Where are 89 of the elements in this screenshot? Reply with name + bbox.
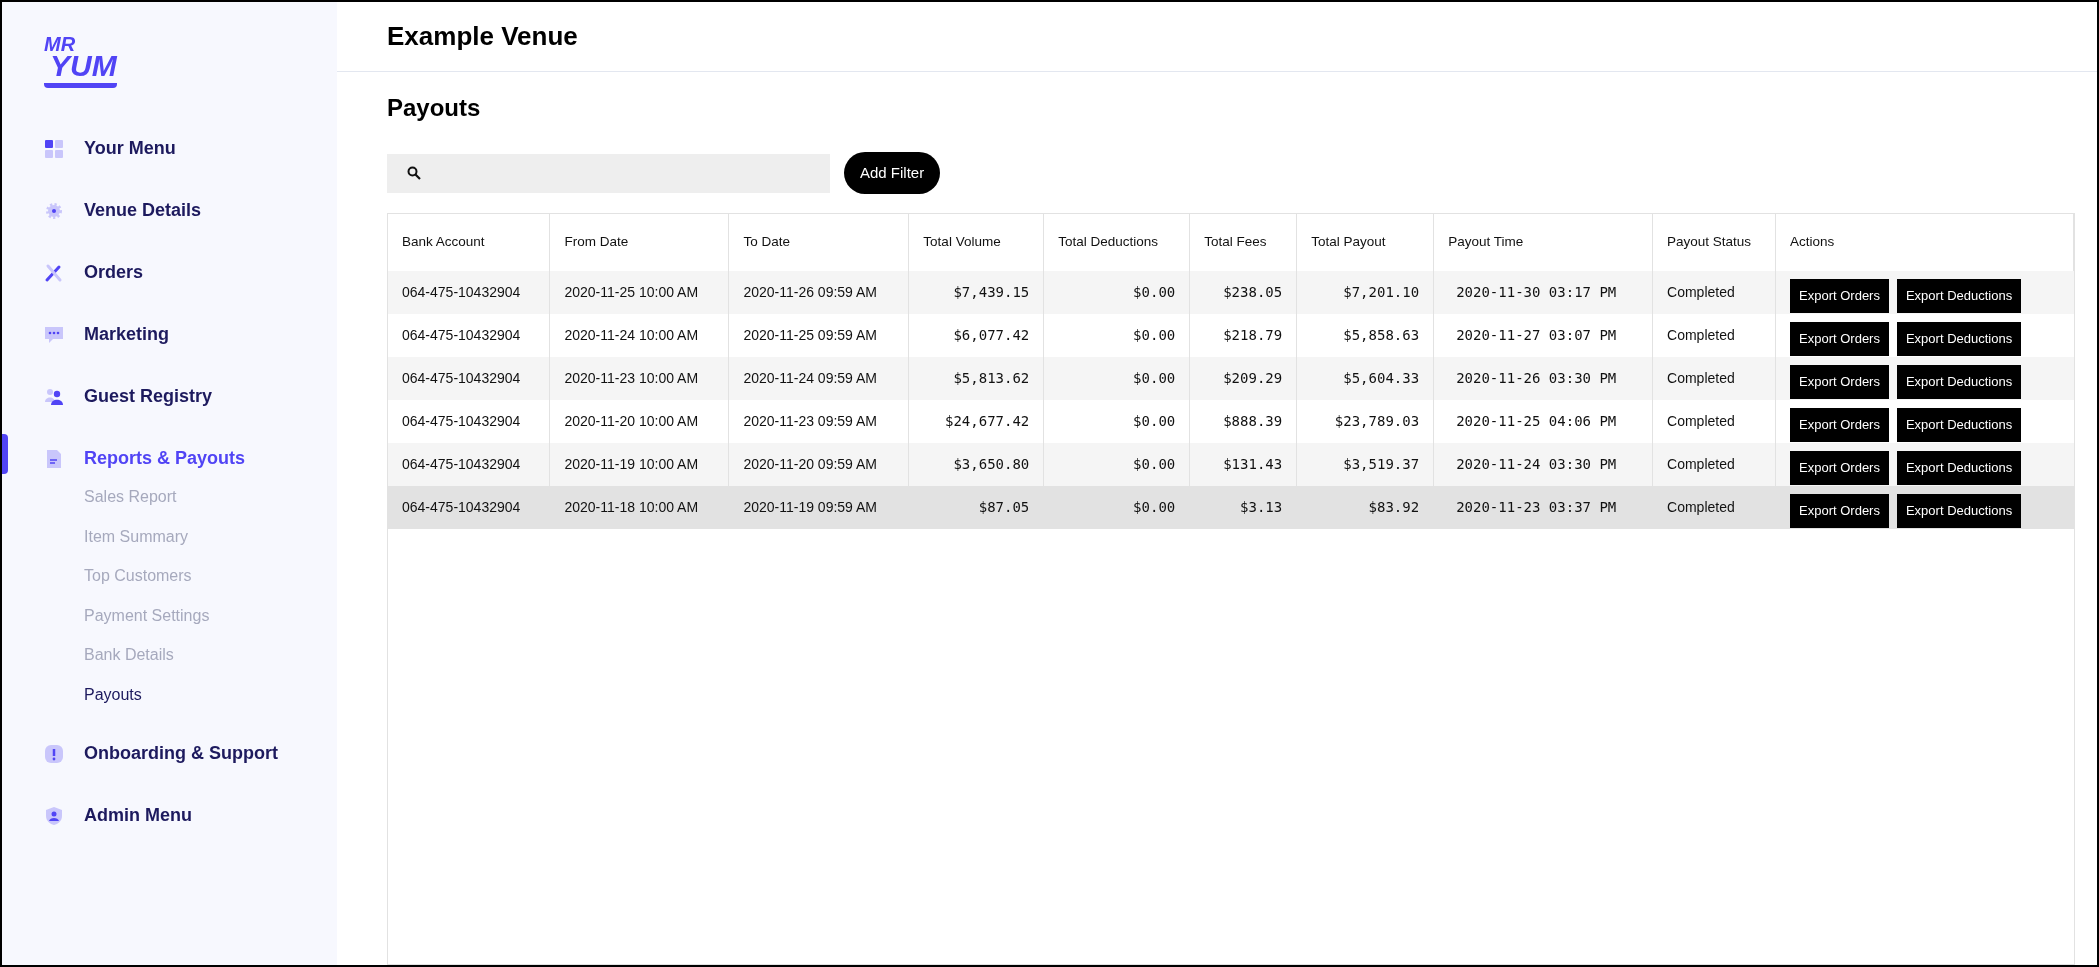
shield-icon	[44, 805, 64, 826]
table-cell: $238.05	[1189, 271, 1297, 314]
table-cell: $209.29	[1189, 357, 1297, 400]
table-cell: $5,813.62	[908, 357, 1044, 400]
table-cell: 2020-11-19 10:00 AM	[549, 443, 729, 486]
table-cell: Completed	[1652, 314, 1776, 357]
table-cell: $0.00	[1043, 400, 1190, 443]
page-title: Payouts	[387, 93, 482, 123]
table-cell: Completed	[1652, 400, 1776, 443]
document-icon	[44, 448, 64, 469]
search-icon	[407, 166, 421, 180]
submenu-item[interactable]: Payouts	[84, 675, 337, 715]
table-cell: $3,519.37	[1296, 443, 1434, 486]
table-cell: 064-475-10432904	[388, 271, 550, 314]
table-cell: $24,677.42	[908, 400, 1044, 443]
table-cell: $0.00	[1043, 443, 1190, 486]
table-cell: $87.05	[908, 486, 1044, 529]
table-cell: $888.39	[1189, 400, 1297, 443]
export-deductions-button[interactable]: Export Deductions	[1896, 278, 2022, 313]
table-cell: $23,789.03	[1296, 400, 1434, 443]
chat-icon	[44, 324, 64, 345]
table-cell: 064-475-10432904	[388, 314, 550, 357]
table-cell: $7,201.10	[1296, 271, 1434, 314]
venue-title: Example Venue	[387, 20, 578, 53]
table-cell: 2020-11-27 03:07 PM	[1433, 314, 1653, 357]
sidebar-item[interactable]: Reports & Payouts	[84, 445, 246, 472]
export-deductions-button[interactable]: Export Deductions	[1896, 321, 2022, 356]
export-orders-button[interactable]: Export Orders	[1790, 321, 1889, 356]
export-orders-button[interactable]: Export Orders	[1790, 407, 1889, 442]
table-cell: $83.92	[1296, 486, 1434, 529]
table-cell: 064-475-10432904	[388, 357, 550, 400]
table-cell: $0.00	[1043, 357, 1190, 400]
add-filter-button[interactable]: Add Filter	[844, 152, 941, 194]
table-cell: Completed	[1652, 443, 1776, 486]
table-cell: $0.00	[1043, 271, 1190, 314]
table-cell: $6,077.42	[908, 314, 1044, 357]
table-cell: 2020-11-23 03:37 PM	[1433, 486, 1653, 529]
table-cell: Completed	[1652, 271, 1776, 314]
table-cell: $0.00	[1043, 314, 1190, 357]
table-cell: 2020-11-18 10:00 AM	[549, 486, 729, 529]
sidebar-item[interactable]: Orders	[84, 259, 144, 286]
gear-icon	[44, 200, 64, 221]
table-cell: 064-475-10432904	[388, 400, 550, 443]
export-orders-button[interactable]: Export Orders	[1790, 364, 1889, 399]
table-cell: 2020-11-26 03:30 PM	[1433, 357, 1653, 400]
sidebar-item[interactable]: Your Menu	[84, 135, 176, 162]
table-cell: $5,858.63	[1296, 314, 1434, 357]
export-deductions-button[interactable]: Export Deductions	[1896, 364, 2022, 399]
table-cell: 2020-11-25 10:00 AM	[549, 271, 729, 314]
table-cell: 2020-11-26 09:59 AM	[728, 271, 909, 314]
grid-icon	[44, 138, 64, 159]
sidebar-item[interactable]: Guest Registry	[84, 383, 213, 410]
table-cell: 2020-11-24 10:00 AM	[549, 314, 729, 357]
table-cell: $5,604.33	[1296, 357, 1434, 400]
people-icon	[44, 386, 64, 407]
export-orders-button[interactable]: Export Orders	[1790, 450, 1889, 485]
table-cell: $218.79	[1189, 314, 1297, 357]
table-cell: Completed	[1652, 357, 1776, 400]
table-cell: 2020-11-19 09:59 AM	[728, 486, 909, 529]
table-cell: 064-475-10432904	[388, 486, 550, 529]
table-cell: $3,650.80	[908, 443, 1044, 486]
sidebar-item[interactable]: Marketing	[84, 321, 170, 348]
table-cell: $131.43	[1189, 443, 1297, 486]
export-orders-button[interactable]: Export Orders	[1790, 493, 1889, 528]
table-cell: 2020-11-23 10:00 AM	[549, 357, 729, 400]
table-cell: 2020-11-20 10:00 AM	[549, 400, 729, 443]
table-cell: 2020-11-20 09:59 AM	[728, 443, 909, 486]
sidebar-item[interactable]: Onboarding & Support	[84, 740, 278, 767]
table-cell: 2020-11-24 09:59 AM	[728, 357, 909, 400]
table-cell: 2020-11-23 09:59 AM	[728, 400, 909, 443]
sidebar-item[interactable]: Admin Menu	[84, 802, 192, 829]
table-cell: $3.13	[1189, 486, 1297, 529]
table-cell: 064-475-10432904	[388, 443, 550, 486]
export-deductions-button[interactable]: Export Deductions	[1896, 407, 2022, 442]
utensils-icon	[44, 262, 64, 283]
table-cell: $7,439.15	[908, 271, 1044, 314]
table-cell: 2020-11-24 03:30 PM	[1433, 443, 1653, 486]
table-cell: 2020-11-25 09:59 AM	[728, 314, 909, 357]
alert-icon	[44, 743, 64, 764]
table-cell: Completed	[1652, 486, 1776, 529]
sidebar-item[interactable]: Venue Details	[84, 197, 202, 224]
export-deductions-button[interactable]: Export Deductions	[1896, 450, 2022, 485]
logo: MR YUM	[44, 36, 117, 88]
export-orders-button[interactable]: Export Orders	[1790, 278, 1889, 313]
table-cell: $0.00	[1043, 486, 1190, 529]
export-deductions-button[interactable]: Export Deductions	[1896, 493, 2022, 528]
table-cell: 2020-11-30 03:17 PM	[1433, 271, 1653, 314]
table-cell: 2020-11-25 04:06 PM	[1433, 400, 1653, 443]
search-field[interactable]	[387, 153, 830, 193]
